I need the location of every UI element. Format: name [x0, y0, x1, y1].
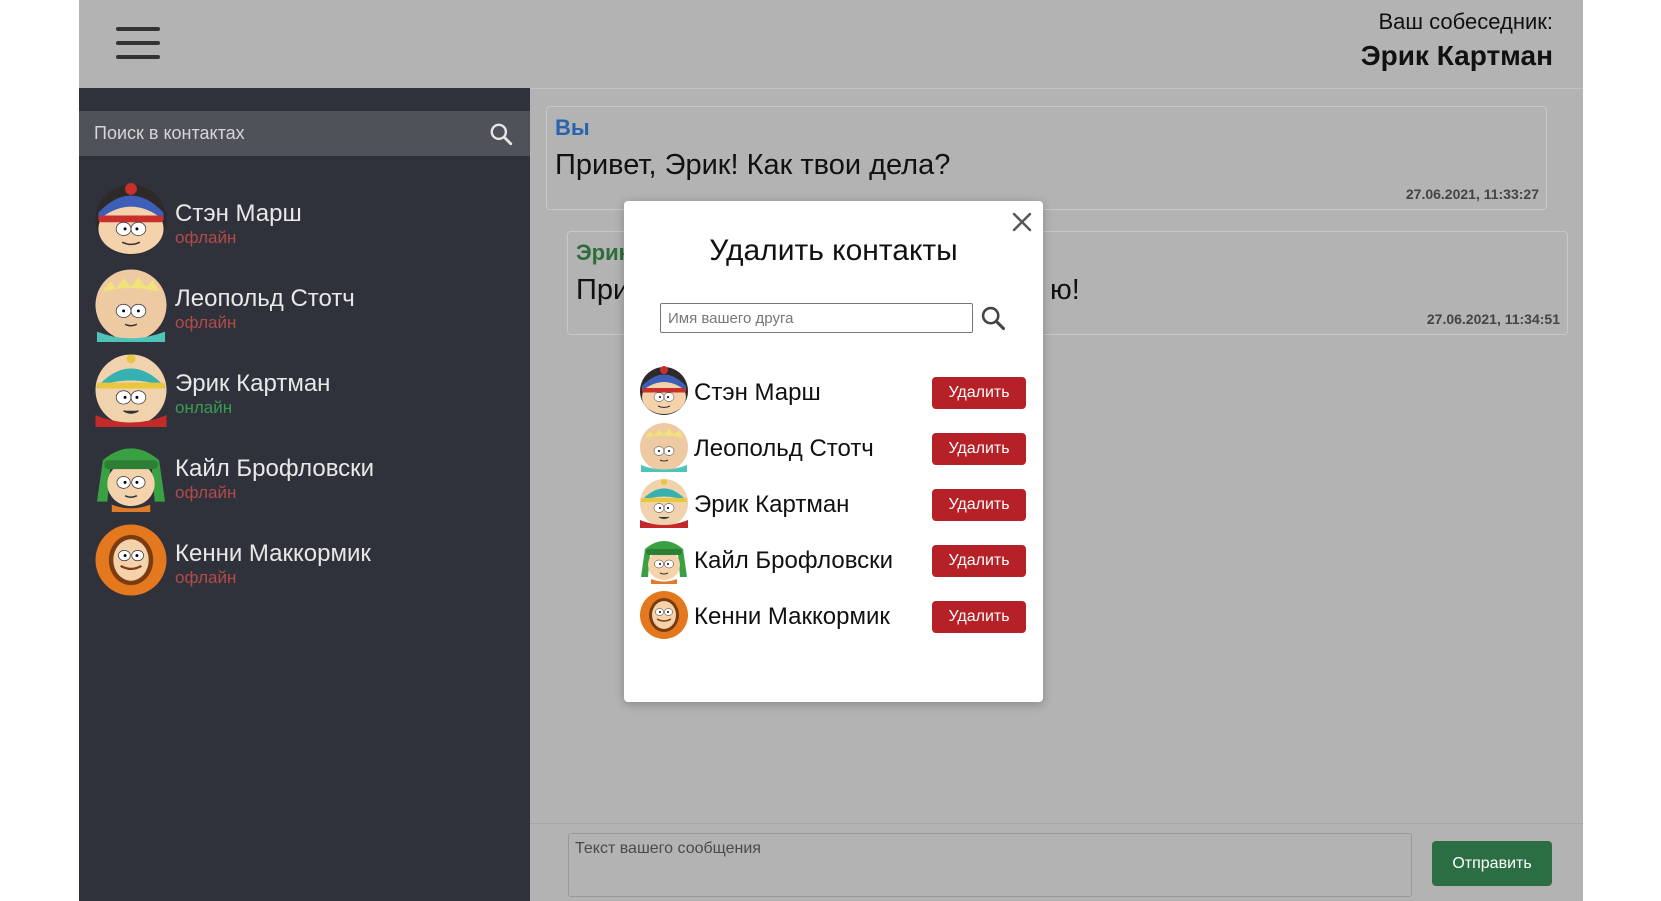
- modal-contact-name: Эрик Картман: [694, 491, 850, 518]
- modal-contact-name: Леопольд Стотч: [694, 435, 874, 462]
- modal-contact-row-cartman: Эрик Картман Удалить: [639, 476, 1029, 528]
- interlocutor-info: Ваш собеседник: Эрик Картман: [1361, 8, 1553, 74]
- delete-button[interactable]: Удалить: [932, 377, 1026, 409]
- contact-item-stan[interactable]: Стэн Марш офлайн: [94, 178, 514, 258]
- delete-contacts-modal: Удалить контакты Стэн Марш Удалить Леопо…: [624, 201, 1043, 702]
- contact-status: офлайн: [175, 228, 237, 247]
- contact-item-butters[interactable]: Леопольд Стотч офлайн: [94, 263, 514, 343]
- message-text-right: ю!: [1050, 274, 1080, 306]
- friend-search-input[interactable]: [660, 303, 973, 333]
- contact-name: Леопольд Стотч: [175, 285, 355, 312]
- kenny-avatar: [639, 590, 689, 640]
- search-icon[interactable]: [488, 121, 514, 147]
- message-outgoing: Вы Привет, Эрик! Как твои дела? 27.06.20…: [546, 106, 1547, 210]
- message-author: Эрик: [576, 240, 630, 265]
- modal-contact-name: Кенни Маккормик: [694, 603, 890, 630]
- top-header: Ваш собеседник: Эрик Картман: [79, 0, 1583, 88]
- contact-status: онлайн: [175, 398, 233, 417]
- modal-contact-row-butters: Леопольд Стотч Удалить: [639, 420, 1029, 472]
- contact-name: Эрик Картман: [175, 370, 331, 397]
- delete-button[interactable]: Удалить: [932, 601, 1026, 633]
- kenny-avatar: [94, 523, 168, 597]
- modal-contact-name: Кайл Брофловски: [694, 547, 894, 574]
- message-time: 27.06.2021, 11:33:27: [1405, 186, 1539, 202]
- contact-name: Кенни Маккормик: [175, 540, 371, 567]
- contacts-sidebar: Стэн Марш офлайн Леопольд Стотч офлайн Э…: [79, 88, 530, 901]
- modal-contact-row-stan: Стэн Марш Удалить: [639, 364, 1029, 416]
- stan-avatar: [94, 183, 168, 257]
- butters-avatar: [639, 422, 689, 472]
- close-icon[interactable]: [1011, 211, 1033, 233]
- message-text-left: При: [576, 274, 630, 306]
- contact-name: Стэн Марш: [175, 200, 302, 227]
- contact-status: офлайн: [175, 313, 237, 332]
- interlocutor-name: Эрик Картман: [1360, 40, 1553, 71]
- contact-search-bar: [79, 111, 530, 156]
- stan-avatar: [639, 366, 689, 416]
- modal-title: Удалить контакты: [709, 234, 958, 267]
- message-time: 27.06.2021, 11:34:51: [1426, 311, 1560, 327]
- contact-status: офлайн: [175, 483, 237, 502]
- message-input[interactable]: [568, 833, 1412, 897]
- contact-item-kenny[interactable]: Кенни Маккормик офлайн: [94, 518, 514, 598]
- modal-contact-row-kyle: Кайл Брофловски Удалить: [639, 532, 1029, 584]
- contact-item-cartman[interactable]: Эрик Картман онлайн: [94, 348, 514, 428]
- contact-item-kyle[interactable]: Кайл Брофловски офлайн: [94, 433, 514, 513]
- cartman-avatar: [639, 478, 689, 528]
- kyle-avatar: [639, 534, 689, 584]
- modal-contact-name: Стэн Марш: [694, 379, 821, 406]
- delete-button[interactable]: Удалить: [932, 433, 1026, 465]
- delete-button[interactable]: Удалить: [932, 489, 1026, 521]
- contact-name: Кайл Брофловски: [175, 455, 375, 482]
- contact-search-input[interactable]: [79, 111, 479, 156]
- kyle-avatar: [94, 438, 168, 512]
- modal-contact-row-kenny: Кенни Маккормик Удалить: [639, 588, 1029, 640]
- send-button[interactable]: Отправить: [1432, 841, 1552, 886]
- search-icon[interactable]: [979, 304, 1007, 332]
- delete-button[interactable]: Удалить: [932, 545, 1026, 577]
- message-text: Привет, Эрик! Как твои дела?: [555, 149, 951, 181]
- compose-bar: Отправить: [530, 823, 1583, 901]
- contact-status: офлайн: [175, 568, 237, 587]
- interlocutor-caption: Ваш собеседник:: [1378, 9, 1553, 34]
- butters-avatar: [94, 268, 168, 342]
- hamburger-menu-icon[interactable]: [116, 27, 160, 59]
- message-author: Вы: [555, 115, 590, 140]
- cartman-avatar: [94, 353, 168, 427]
